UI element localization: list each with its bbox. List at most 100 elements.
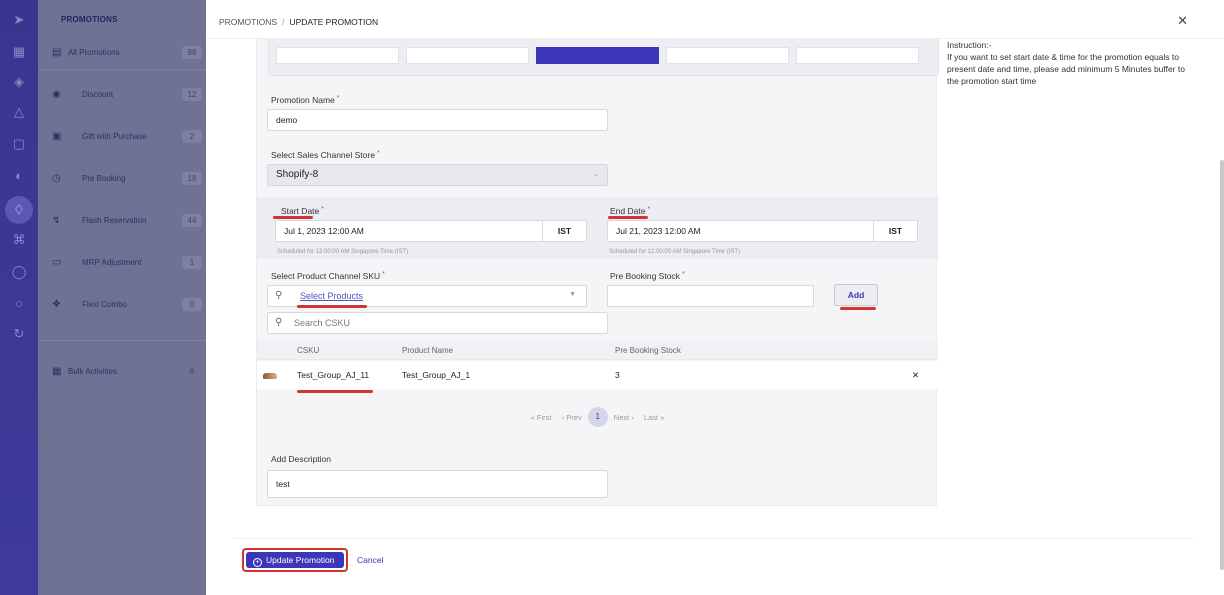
sidebar-item-bulk-activities[interactable]: ▦ Bulk Activities 6 [52, 364, 202, 380]
pagination: « First ‹ Prev 1 Next › Last » [257, 407, 938, 429]
sidebar-item-mrp-adjustment[interactable]: ▭ MRP Adjustment 1 [52, 255, 202, 271]
sidebar-item-discount[interactable]: ◉ Discount 12 [52, 87, 202, 103]
product-sku-select[interactable]: ⚲ Select Products ▼ [267, 285, 587, 307]
promotion-name-input[interactable]: demo [267, 109, 608, 131]
prev-page-button[interactable]: ‹ Prev [562, 413, 582, 422]
sidebar-item-label: Bulk Activities [68, 367, 117, 376]
refresh-icon[interactable]: ↻ [11, 326, 27, 342]
close-icon[interactable]: ✕ [1177, 13, 1188, 29]
adjust-icon: ▭ [52, 257, 62, 268]
step-tab-3[interactable] [536, 47, 659, 64]
table-header: CSKU Product Name Pre Booking Stock [257, 340, 938, 360]
divider [38, 340, 206, 341]
currency-icon[interactable]: ◯ [11, 264, 27, 280]
command-icon[interactable]: ⌘ [11, 232, 27, 248]
description-input[interactable]: test [267, 470, 608, 498]
annotation-underline [273, 216, 313, 219]
last-page-button[interactable]: Last » [644, 413, 664, 422]
sales-channel-label: Select Sales Channel Store * [271, 150, 380, 160]
list-icon: ▤ [52, 47, 62, 58]
sidebar-title: PROMOTIONS [61, 15, 118, 24]
sidebar-item-label: All Promotions [68, 48, 120, 57]
breadcrumb: PROMOTIONS / UPDATE PROMOTION [219, 17, 378, 27]
step-tab-4[interactable] [666, 47, 789, 64]
annotation-underline [297, 305, 367, 308]
sidebar-item-label: Pre Booking [82, 174, 126, 183]
row-csku: Test_Group_AJ_11 [297, 370, 370, 380]
sales-channel-select[interactable]: Shopify-8 ⌄ [267, 164, 608, 186]
chat-icon[interactable]: ○ [11, 296, 27, 312]
breadcrumb-separator: / [282, 17, 285, 27]
breadcrumb-current: UPDATE PROMOTION [289, 17, 379, 27]
end-timezone-button[interactable]: IST [873, 220, 918, 242]
end-date-input[interactable]: Jul 21, 2023 12:00 AM [607, 220, 877, 242]
product-thumbnail [263, 373, 277, 379]
next-page-button[interactable]: Next › [614, 413, 634, 422]
first-page-button[interactable]: « First [531, 413, 552, 422]
chart-icon[interactable]: ◐ [11, 168, 27, 184]
search-placeholder: Search CSKU [294, 318, 351, 328]
promotions-sidebar: PROMOTIONS ▤ All Promotions 98 ◉ Discoun… [38, 0, 206, 595]
discount-icon: ◉ [52, 89, 61, 100]
app-icon-rail: ➤ ▦ ◈ △ ▢ ◐ ♢ ⌘ ◯ ○ ↻ [0, 0, 38, 595]
row-product-name: Test_Group_AJ_1 [402, 370, 471, 380]
sidebar-item-label: Gift with Purchase [82, 132, 147, 141]
annotation-underline [608, 216, 648, 219]
product-sku-value: Select Products [300, 291, 364, 301]
scrollbar[interactable] [1220, 160, 1224, 570]
update-annotation-box: + Update Promotion [242, 548, 348, 572]
sidebar-item-label: Flexi Combo [82, 300, 127, 309]
dashboard-icon[interactable]: ▦ [11, 44, 27, 60]
chevron-down-icon: ▼ [569, 291, 576, 298]
search-icon: ⚲ [275, 290, 283, 301]
chevron-down-icon: ⌄ [593, 171, 599, 178]
start-date-hint: Scheduled for 12:00:00 AM Singapore Time… [277, 249, 409, 255]
tablet-icon[interactable]: ▢ [11, 136, 27, 152]
start-date-label: Start Date * [281, 206, 325, 216]
gift-icon: ▣ [52, 131, 62, 142]
promotion-tag-icon[interactable]: ♢ [5, 196, 33, 224]
sidebar-item-gift-with-purchase[interactable]: ▣ Gift with Purchase 2 [52, 129, 202, 145]
remove-row-icon[interactable]: ✕ [912, 370, 919, 381]
sidebar-item-pre-booking[interactable]: ◷ Pre Booking 18 [52, 171, 202, 187]
instruction-box: Instruction:- If you want to set start d… [947, 39, 1197, 87]
product-sku-label: Select Product Channel SKU * [271, 271, 385, 281]
clock-icon: ◷ [52, 173, 61, 184]
cancel-button[interactable]: Cancel [357, 555, 383, 565]
instruction-title: Instruction:- [947, 40, 992, 50]
update-promotion-panel: PROMOTIONS / UPDATE PROMOTION ✕ Promotion … [206, 0, 1224, 595]
start-date-input[interactable]: Jul 1, 2023 12:00 AM [275, 220, 545, 242]
search-csku-input[interactable]: ⚲ Search CSKU [267, 312, 608, 334]
step-tab-5[interactable] [796, 47, 919, 64]
pre-booking-stock-input[interactable] [607, 285, 814, 307]
update-promotion-button[interactable]: + Update Promotion [246, 552, 344, 568]
sidebar-item-flexi-combo[interactable]: ❖ Flexi Combo 0 [52, 297, 202, 313]
end-date-hint: Scheduled for 12:00:00 AM Singapore Time… [609, 249, 741, 255]
breadcrumb-root[interactable]: PROMOTIONS [219, 17, 277, 27]
count-badge: 18 [182, 172, 202, 185]
app-logo-icon[interactable]: ➤ [11, 12, 27, 28]
step-tab-1[interactable] [276, 47, 399, 64]
step-tab-2[interactable] [406, 47, 529, 64]
count-badge: 6 [189, 367, 195, 376]
search-icon: ⚲ [275, 317, 283, 328]
combo-icon: ❖ [52, 299, 61, 310]
sidebar-item-flash-reservation[interactable]: ↯ Flash Reservation 44 [52, 213, 202, 229]
page-number[interactable]: 1 [587, 407, 608, 427]
end-date-label: End Date * [610, 206, 651, 216]
start-timezone-button[interactable]: IST [542, 220, 587, 242]
sidebar-item-all-promotions[interactable]: ▤ All Promotions 98 [52, 45, 202, 61]
description-label: Add Description [271, 454, 332, 464]
box-icon[interactable]: △ [11, 104, 27, 120]
count-badge: 1 [182, 256, 202, 269]
flash-icon: ↯ [52, 215, 61, 226]
row-stock: 3 [615, 370, 620, 380]
count-badge: 0 [182, 298, 202, 311]
add-button[interactable]: Add [834, 284, 878, 306]
promotion-name-label: Promotion Name * [271, 95, 340, 105]
count-badge: 98 [182, 46, 202, 59]
pre-booking-stock-label: Pre Booking Stock * [610, 271, 685, 281]
divider [234, 538, 1194, 539]
layers-icon[interactable]: ◈ [11, 74, 27, 90]
table-row: Test_Group_AJ_11 Test_Group_AJ_1 3 ✕ [257, 361, 938, 389]
